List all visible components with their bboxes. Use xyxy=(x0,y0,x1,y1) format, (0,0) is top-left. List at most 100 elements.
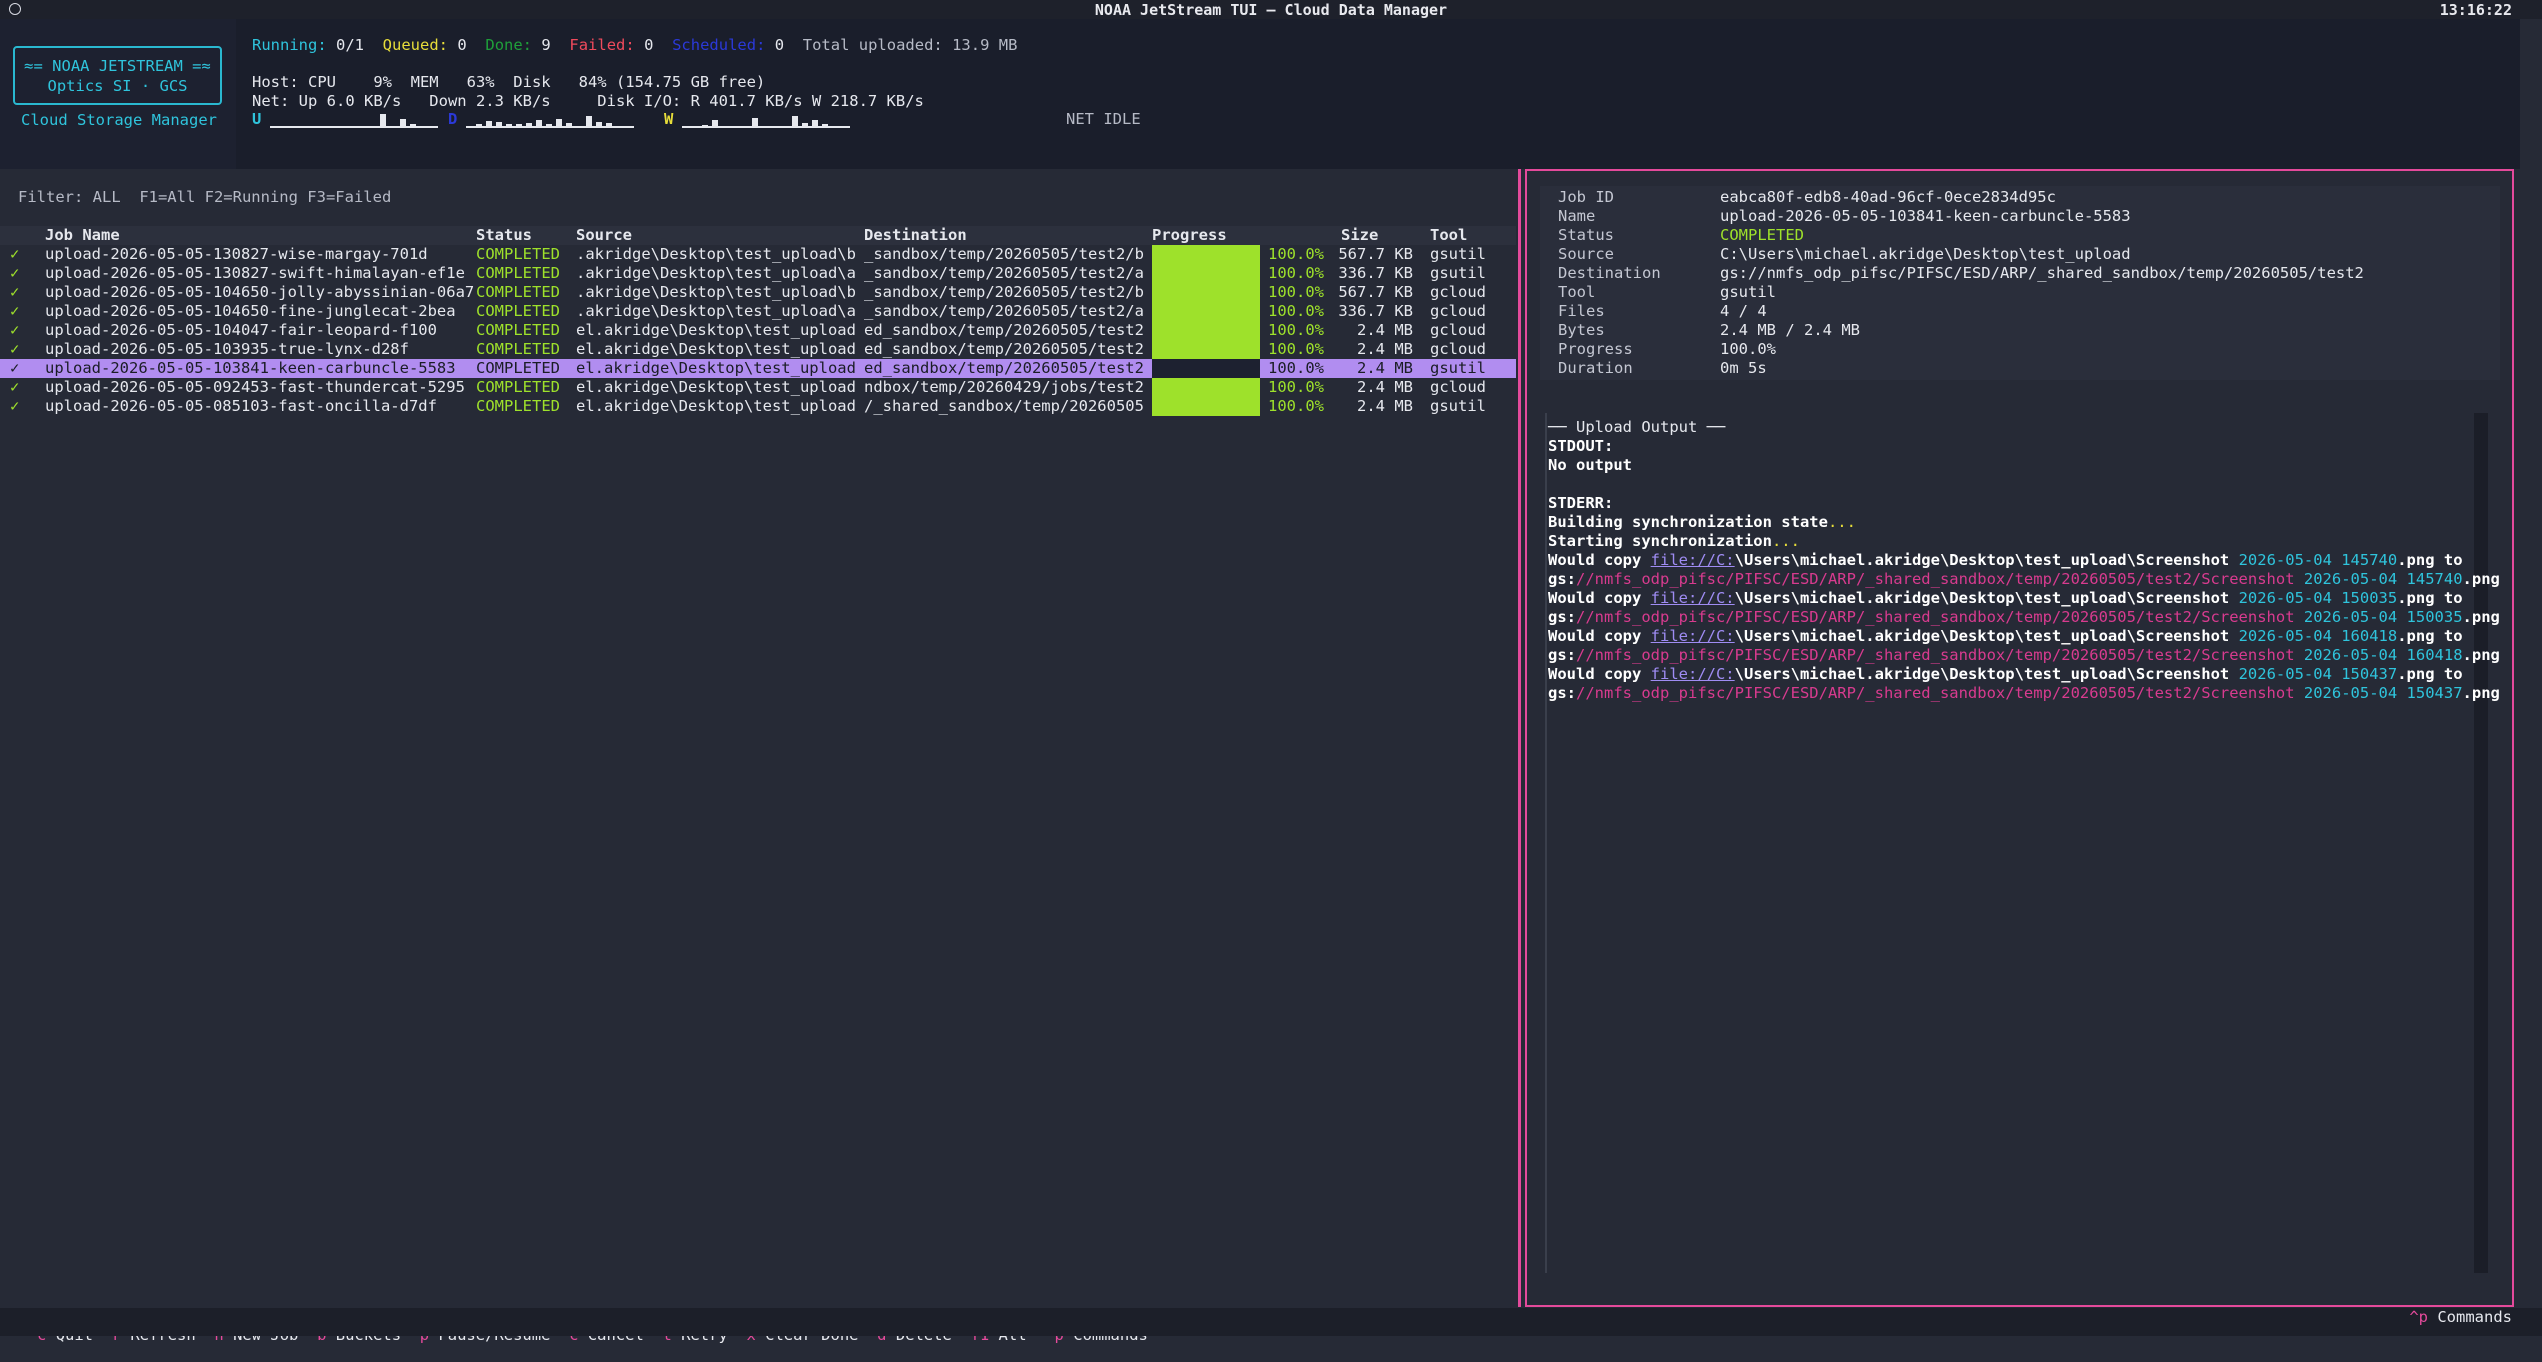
table-row[interactable]: ✓ upload-2026-05-05-104650-fine-junglecat… xyxy=(0,302,1516,321)
row-job-name: upload-2026-05-05-092453-fast-thundercat… xyxy=(45,378,465,396)
row-status: COMPLETED xyxy=(476,264,560,282)
row-size: 2.4 MB xyxy=(1357,359,1413,377)
sparkline-bar xyxy=(596,122,602,128)
row-tool: gsutil xyxy=(1430,359,1486,377)
row-job-name: upload-2026-05-05-103935-true-lynx-d28f xyxy=(45,340,409,358)
detail-value: 2.4 MB / 2.4 MB xyxy=(1720,321,1860,339)
row-source: el.akridge\Desktop\test_upload xyxy=(576,359,856,377)
header-size[interactable]: Size xyxy=(1341,226,1378,244)
queued-value: 0 xyxy=(457,36,467,54)
row-check: ✓ xyxy=(10,283,20,301)
row-status: COMPLETED xyxy=(476,283,560,301)
sparkline-bar xyxy=(516,124,522,128)
stdout-label: STDOUT: xyxy=(1548,437,1614,455)
detail-key: Name xyxy=(1558,207,1596,225)
file-ext: .png xyxy=(2462,684,2500,702)
detail-value: gsutil xyxy=(1720,283,1776,301)
header-destination[interactable]: Destination xyxy=(864,226,967,244)
detail-field: Job ID eabca80f-edb8-40ad-96cf-0ece2834d9… xyxy=(1558,188,2056,206)
row-check: ✓ xyxy=(10,264,20,282)
detail-field: Files 4 / 4 xyxy=(1558,302,1767,320)
row-status: COMPLETED xyxy=(476,302,560,320)
row-destination: ndbox/temp/20260429/jobs/test2 xyxy=(864,378,1144,396)
sparkline-bar xyxy=(536,120,542,128)
row-progress-pct: 100.0% xyxy=(1268,302,1324,320)
row-check: ✓ xyxy=(10,397,20,415)
row-size: 2.4 MB xyxy=(1357,321,1413,339)
file-timestamp: 2026-05-04 150035 xyxy=(2238,589,2398,607)
file-link[interactable]: file://C: xyxy=(1651,665,1735,683)
gs-path: //nmfs_odp_pifsc/PIFSC/ESD/ARP/_shared_s… xyxy=(1576,570,2304,588)
filter-bar[interactable]: Filter: ALL F1=All F2=Running F3=Failed xyxy=(18,188,391,206)
done-label: Done: xyxy=(485,36,533,54)
row-size: 2.4 MB xyxy=(1357,397,1413,415)
sparkline-bar xyxy=(802,123,808,128)
file-timestamp: 2026-05-04 150035 xyxy=(2303,608,2463,626)
file-link[interactable]: file://C: xyxy=(1651,627,1735,645)
file-timestamp: 2026-05-04 150437 xyxy=(2303,684,2463,702)
header-job-name[interactable]: Job Name xyxy=(45,226,120,244)
detail-field: Destination gs://nmfs_odp_pifsc/PIFSC/ESD… xyxy=(1558,264,2364,282)
job-details: Job ID eabca80f-edb8-40ad-96cf-0ece2834d9… xyxy=(1540,186,2500,380)
row-source: el.akridge\Desktop\test_upload xyxy=(576,397,856,415)
app-title: NOAA JetStream TUI — Cloud Data Manager xyxy=(1094,0,1448,19)
bottom-strip xyxy=(0,1327,2542,1336)
table-row[interactable]: ✓ upload-2026-05-05-092453-fast-thunderca… xyxy=(0,378,1516,397)
detail-key: Progress xyxy=(1558,340,1633,358)
host-stats: Host: CPU 9% MEM 63% Disk 84% (154.75 GB… xyxy=(252,73,766,91)
job-counts: Running: 0/1 Queued: 0 Done: 9 Failed: 0… xyxy=(252,36,1017,54)
footer-commands[interactable]: ^p Commands xyxy=(2409,1308,2512,1326)
table-row[interactable]: ✓ upload-2026-05-05-130827-wise-margay-70… xyxy=(0,245,1516,264)
table-row[interactable]: ✓ upload-2026-05-05-130827-swift-himalaya… xyxy=(0,264,1516,283)
gs-path: //nmfs_odp_pifsc/PIFSC/ESD/ARP/_shared_s… xyxy=(1576,608,2304,626)
header-progress[interactable]: Progress xyxy=(1152,226,1227,244)
pane-divider[interactable] xyxy=(1518,169,1521,1307)
detail-key: Files xyxy=(1558,302,1605,320)
table-row[interactable]: ✓ upload-2026-05-05-103935-true-lynx-d28f… xyxy=(0,340,1516,359)
progress-bar xyxy=(1152,397,1260,416)
table-row[interactable]: ✓ upload-2026-05-05-104650-jolly-abyssini… xyxy=(0,283,1516,302)
file-ext: .png xyxy=(2462,608,2500,626)
sparkline-bar xyxy=(506,124,512,128)
detail-value: C:\Users\michael.akridge\Desktop\test_up… xyxy=(1720,245,2131,263)
failed-label: Failed: xyxy=(569,36,635,54)
file-link[interactable]: file://C: xyxy=(1651,551,1735,569)
row-source: .akridge\Desktop\test_upload\b xyxy=(576,245,856,263)
net-stats: Net: Up 6.0 KB/s Down 2.3 KB/s Disk I/O:… xyxy=(252,92,924,110)
row-progress-pct: 100.0% xyxy=(1268,359,1324,377)
scheduled-value: 0 xyxy=(774,36,785,54)
table-header: Job Name Status Source Destination Progr… xyxy=(0,226,1516,245)
job-table: Job Name Status Source Destination Progr… xyxy=(0,226,1516,416)
sparkline-bar xyxy=(400,119,406,128)
row-job-name: upload-2026-05-05-085103-fast-oncilla-d7… xyxy=(45,397,437,415)
row-destination: ed_sandbox/temp/20260505/test2 xyxy=(864,340,1144,358)
logo: ≈= NOAA JETSTREAM =≈ Optics SI · GCS xyxy=(13,46,222,105)
file-timestamp: 2026-05-04 160418 xyxy=(2238,627,2398,645)
table-row[interactable]: ✓ upload-2026-05-05-085103-fast-oncilla-d… xyxy=(0,397,1516,416)
file-ext: .png xyxy=(2462,646,2500,664)
sparkline-bar xyxy=(822,124,828,128)
sparkline-bar xyxy=(526,123,532,128)
row-status: COMPLETED xyxy=(476,378,560,396)
table-row[interactable]: ✓ upload-2026-05-05-104047-fair-leopard-f… xyxy=(0,321,1516,340)
file-ext: .png xyxy=(2397,589,2435,607)
gs-scheme: gs: xyxy=(1548,608,1576,626)
logo-line-2: Optics SI · GCS xyxy=(47,77,188,95)
file-link[interactable]: file://C: xyxy=(1651,589,1735,607)
header-tool[interactable]: Tool xyxy=(1430,226,1467,244)
row-job-name: upload-2026-05-05-130827-swift-himalayan… xyxy=(45,264,465,282)
detail-key: Status xyxy=(1558,226,1614,244)
output-heading: ── Upload Output ── xyxy=(1548,418,1726,436)
spark-w-graph xyxy=(682,112,850,128)
to-text: to xyxy=(2434,551,2463,569)
detail-field: Source C:\Users\michael.akridge\Desktop\t… xyxy=(1558,245,2131,263)
table-row[interactable]: ✓ upload-2026-05-05-103841-keen-carbuncle… xyxy=(0,359,1516,378)
row-source: el.akridge\Desktop\test_upload xyxy=(576,340,856,358)
gs-path: //nmfs_odp_pifsc/PIFSC/ESD/ARP/_shared_s… xyxy=(1576,646,2304,664)
header-status[interactable]: Status xyxy=(476,226,532,244)
row-progress-pct: 100.0% xyxy=(1268,245,1324,263)
sparkline-bar xyxy=(546,124,552,128)
header-source[interactable]: Source xyxy=(576,226,632,244)
gs-scheme: gs: xyxy=(1548,684,1576,702)
row-progress-pct: 100.0% xyxy=(1268,378,1324,396)
